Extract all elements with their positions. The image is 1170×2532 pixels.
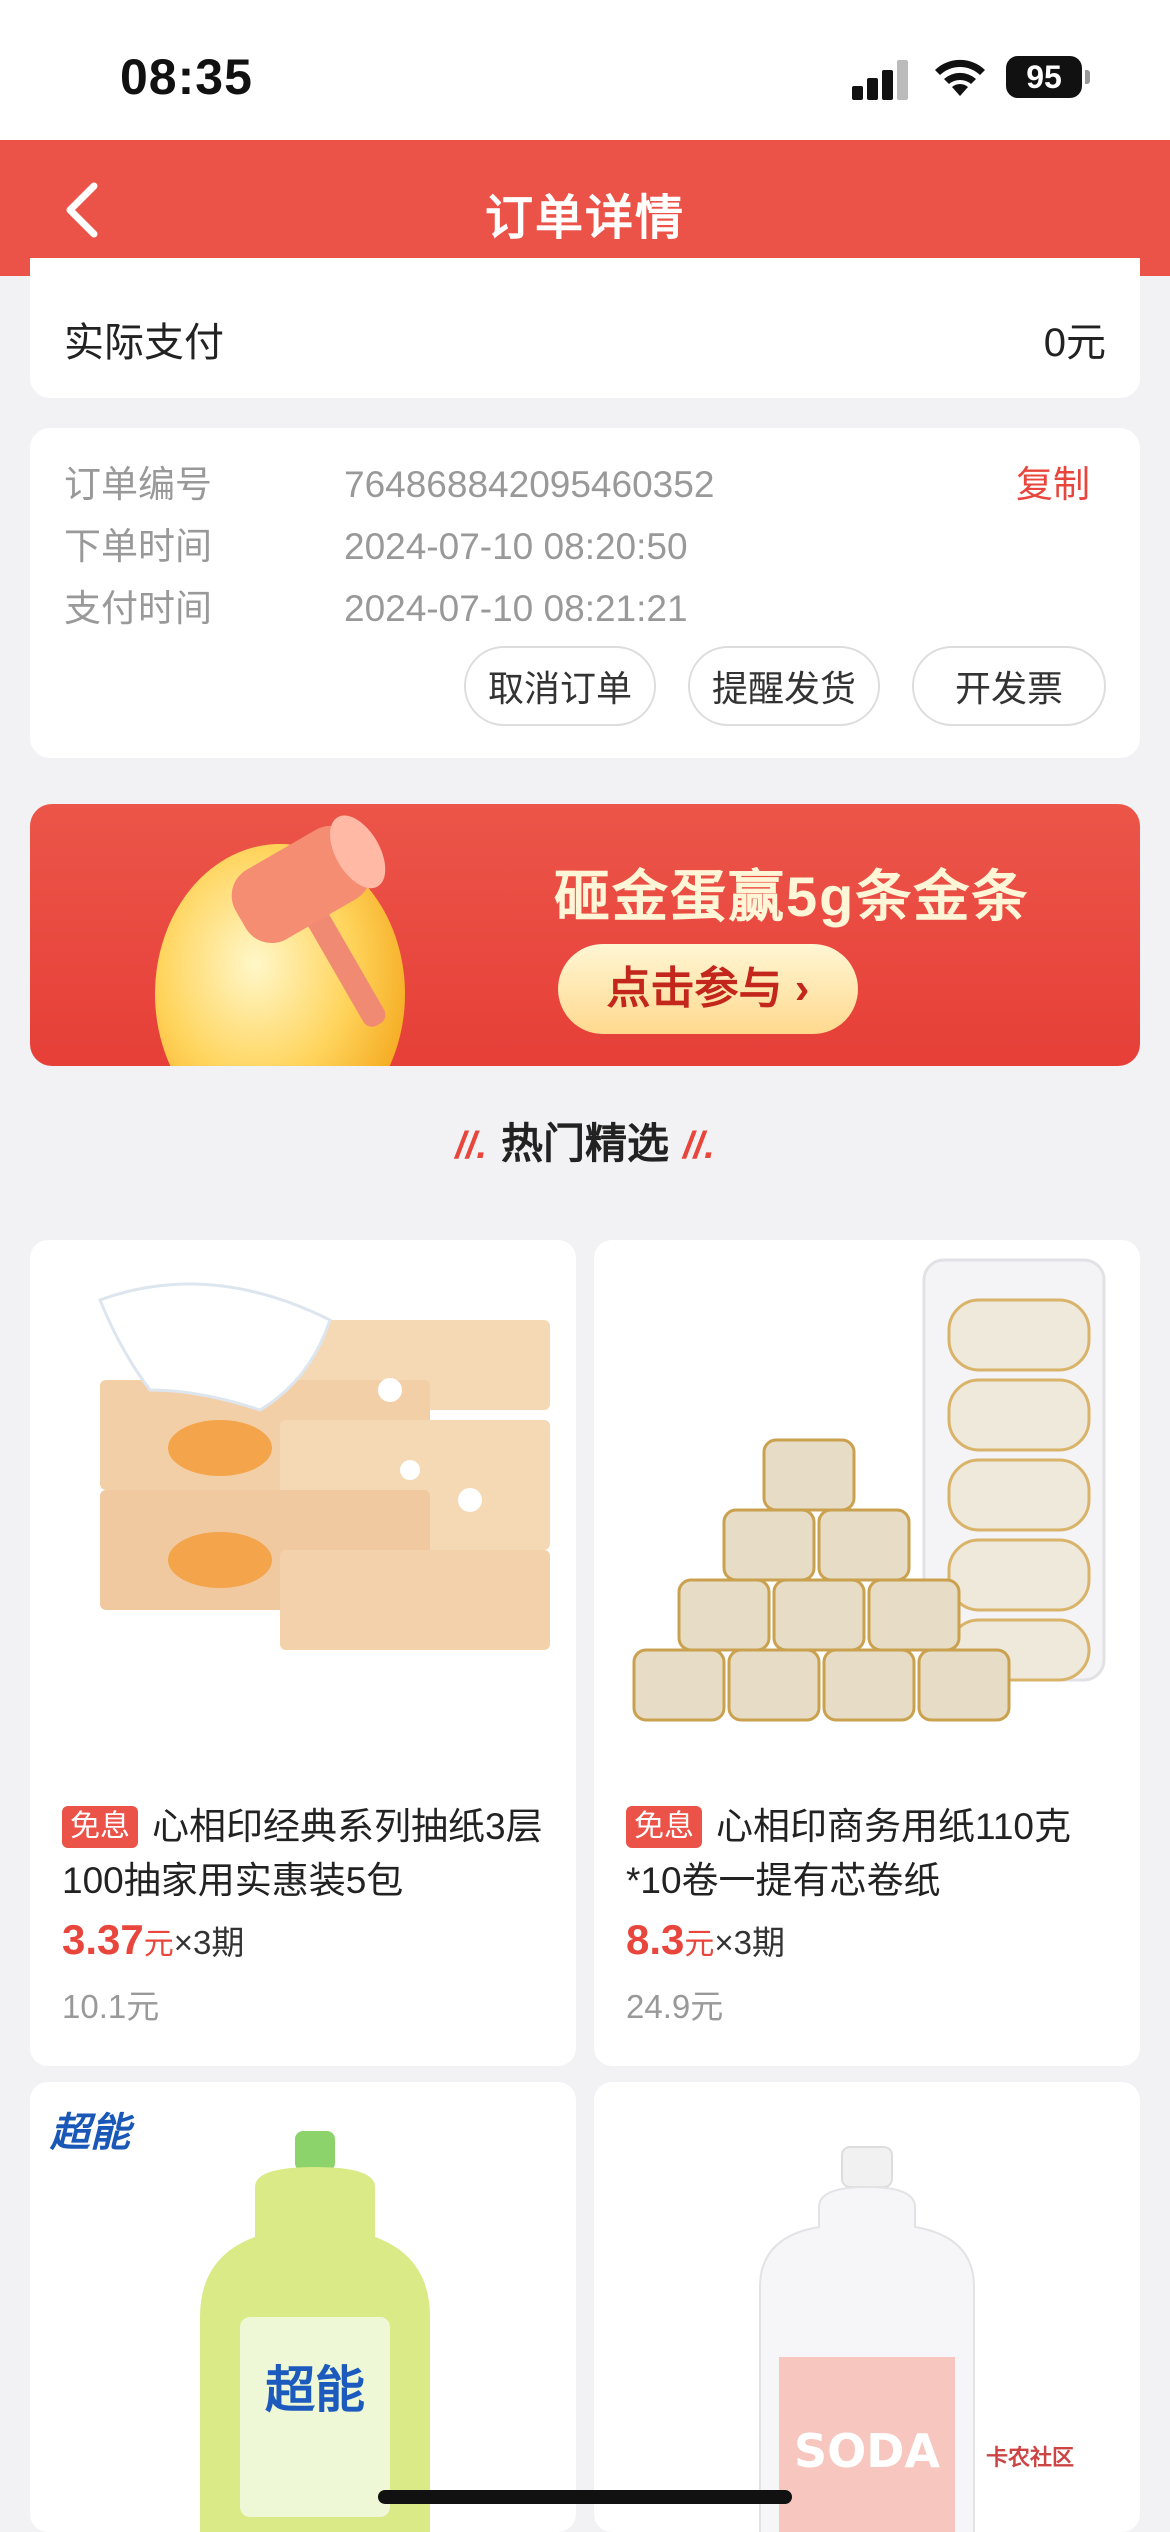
interest-free-badge: 免息	[62, 1806, 138, 1848]
order-info-card: 订单编号 764868842095460352 复制 下单时间 2024-07-10…	[30, 428, 1140, 758]
remind-shipping-button[interactable]: 提醒发货	[688, 646, 880, 726]
banner-headline: 砸金蛋赢5g条金条	[554, 865, 1030, 928]
brand-logo-corner: 超能	[50, 2111, 130, 2155]
brand-logo: 超能	[50, 2100, 130, 2158]
order-number-label: 订单编号	[64, 464, 212, 505]
price-value: 8.3	[626, 1916, 685, 1963]
section-title-text: 热门精选	[500, 1120, 669, 1167]
golden-egg-banner[interactable]: 砸金蛋赢5g条金条 点击参与 ›	[30, 804, 1140, 1066]
pay-time-label: 支付时间	[64, 588, 212, 629]
payment-card: 实际支付 0元	[30, 258, 1140, 398]
nav-header: 订单详情	[0, 140, 1170, 276]
product-title: 免息 心相印经典系列抽纸3层100抽家用实惠装5包	[62, 1800, 552, 1908]
product-title: 免息 心相印商务用纸110克*10卷一提有芯卷纸	[626, 1800, 1116, 1908]
product-card[interactable]: 免息 心相印经典系列抽纸3层100抽家用实惠装5包 3.37元×3期 10.1元	[30, 1240, 576, 2066]
price-unit: 元	[684, 1928, 715, 1961]
product-card[interactable]: 免息 心相印商务用纸110克*10卷一提有芯卷纸 8.3元×3期 24.9元	[594, 1240, 1140, 2066]
interest-free-badge: 免息	[626, 1806, 702, 1848]
copy-button[interactable]: 复制	[1016, 454, 1090, 508]
original-price: 24.9元	[626, 1988, 724, 2025]
wifi-icon	[935, 59, 985, 96]
installment: ×3期	[173, 1924, 245, 1961]
order-time-row: 下单时间 2024-07-10 08:20:50	[64, 516, 688, 570]
pay-time-row: 支付时间 2024-07-10 08:21:21	[64, 578, 688, 632]
order-number-value: 764868842095460352	[344, 464, 715, 505]
battery-tip	[1085, 70, 1090, 84]
home-indicator[interactable]	[378, 2490, 792, 2504]
price-value: 3.37	[62, 1916, 144, 1963]
section-decor-right: //.	[683, 1125, 715, 1167]
order-number-row: 订单编号 764868842095460352	[64, 454, 714, 508]
banner-cta-button[interactable]: 点击参与 ›	[558, 944, 858, 1034]
price-unit: 元	[143, 1928, 174, 1961]
status-time: 08:35	[120, 49, 253, 105]
original-price: 10.1元	[62, 1988, 160, 2025]
watermark: 卡农社区	[986, 2440, 1074, 2472]
section-decor-left: //.	[455, 1125, 487, 1167]
watermark-text: 卡农社区	[986, 2445, 1075, 2470]
status-bar: 08:35 95	[0, 0, 1170, 140]
brand-logo-text: 超能	[265, 2361, 365, 2419]
product-card[interactable]: 超能 超能	[30, 2082, 576, 2532]
payment-value: 0元	[1043, 321, 1106, 365]
pay-time-value: 2024-07-10 08:21:21	[344, 588, 688, 629]
payment-label: 实际支付	[64, 321, 224, 365]
product-price: 3.37元×3期	[62, 1916, 244, 1964]
page-title: 订单详情	[484, 192, 685, 245]
order-time-label: 下单时间	[64, 526, 212, 567]
invoice-button[interactable]: 开发票	[912, 646, 1106, 726]
order-time-value: 2024-07-10 08:20:50	[344, 526, 688, 567]
cancel-order-button[interactable]: 取消订单	[464, 646, 656, 726]
cellular-signal-icon	[852, 60, 910, 100]
installment: ×3期	[714, 1924, 786, 1961]
soda-label-text: SODA	[794, 2424, 940, 2478]
golden-egg-icon	[155, 815, 405, 1066]
tissue-box-image	[98, 1282, 550, 1650]
section-title: //. 热门精选 //.	[0, 1110, 1170, 1171]
product-price: 8.3元×3期	[626, 1916, 785, 1964]
battery-icon: 95	[1006, 56, 1082, 98]
toilet-paper-image	[632, 1258, 1106, 1722]
